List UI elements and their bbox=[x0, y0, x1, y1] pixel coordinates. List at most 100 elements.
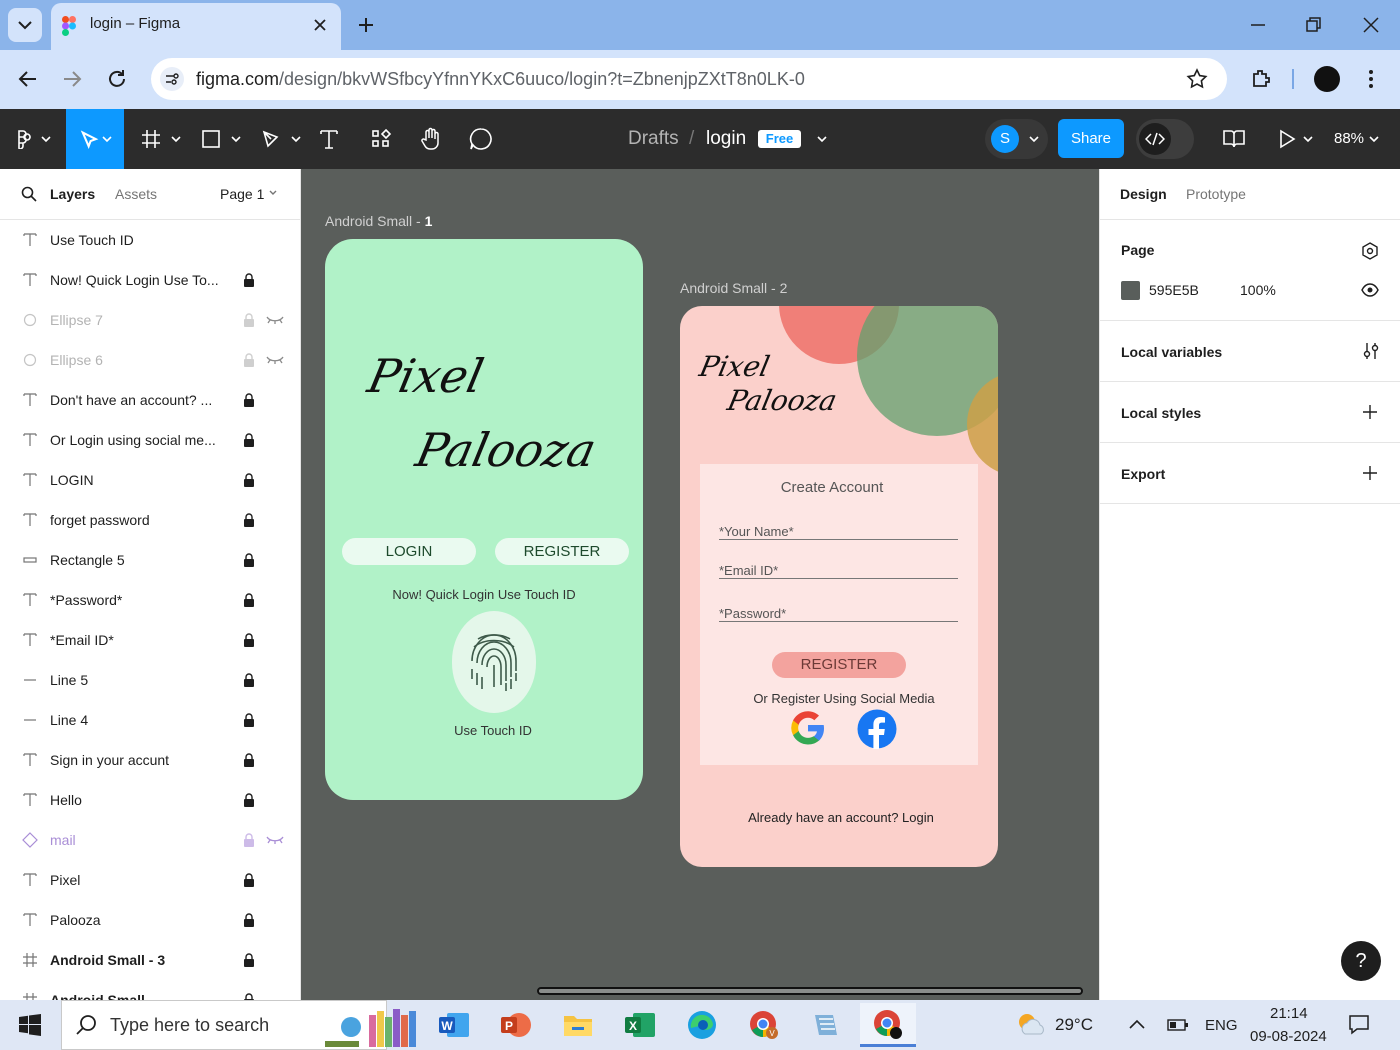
layer-row[interactable]: Rectangle 5 bbox=[0, 540, 300, 580]
tray-chevron-up-icon[interactable] bbox=[1128, 1017, 1146, 1031]
tab-prototype[interactable]: Prototype bbox=[1186, 186, 1246, 202]
tab-layers[interactable]: Layers bbox=[50, 186, 95, 202]
design-canvas[interactable]: Android Small - 1 Pixel Palooza LOGIN RE… bbox=[301, 169, 1099, 1000]
layer-row[interactable]: Hello bbox=[0, 780, 300, 820]
powerpoint-app-icon[interactable]: P bbox=[488, 1003, 544, 1047]
layer-row[interactable]: forget password bbox=[0, 500, 300, 540]
minimize-icon[interactable] bbox=[1248, 15, 1268, 35]
zoom-level[interactable]: 88% bbox=[1334, 130, 1364, 147]
edge-browser-icon[interactable] bbox=[674, 1003, 730, 1047]
lock-icon[interactable] bbox=[243, 313, 255, 327]
frame1-register-button[interactable]: REGISTER bbox=[495, 538, 629, 565]
tab-assets[interactable]: Assets bbox=[115, 186, 157, 202]
clock-time[interactable]: 21:14 bbox=[1270, 1005, 1308, 1022]
layer-row[interactable]: Line 5 bbox=[0, 660, 300, 700]
lock-icon[interactable] bbox=[243, 553, 255, 567]
lock-icon[interactable] bbox=[243, 873, 255, 887]
chrome-active-icon[interactable] bbox=[860, 1003, 916, 1047]
resources-tool-button[interactable] bbox=[366, 109, 396, 169]
chrome-profile-v-icon[interactable]: V bbox=[736, 1003, 792, 1047]
lock-icon[interactable] bbox=[243, 953, 255, 967]
extensions-icon[interactable] bbox=[1250, 67, 1272, 89]
layer-row[interactable]: mail bbox=[0, 820, 300, 860]
windows-start-icon[interactable] bbox=[19, 1014, 41, 1036]
google-icon[interactable] bbox=[789, 709, 827, 747]
pen-tool-button[interactable] bbox=[258, 109, 304, 169]
page-settings-icon[interactable] bbox=[1361, 242, 1379, 260]
zoom-chevron-icon[interactable] bbox=[1368, 134, 1380, 144]
hidden-eye-icon[interactable] bbox=[265, 314, 285, 326]
frame-android-small-1[interactable]: Pixel Palooza LOGIN REGISTER Now! Quick … bbox=[325, 239, 643, 800]
profile-avatar[interactable] bbox=[1314, 66, 1340, 92]
library-book-icon[interactable] bbox=[1222, 128, 1246, 150]
layer-row[interactable]: Don't have an account? ... bbox=[0, 380, 300, 420]
layer-row[interactable]: Android Small bbox=[0, 980, 300, 1000]
hand-tool-button[interactable] bbox=[416, 109, 446, 169]
close-tab-icon[interactable] bbox=[312, 17, 328, 33]
layer-row[interactable]: Ellipse 6 bbox=[0, 340, 300, 380]
variables-adjust-icon[interactable] bbox=[1362, 342, 1380, 360]
word-app-icon[interactable]: W bbox=[426, 1003, 482, 1047]
site-info-icon[interactable] bbox=[160, 67, 184, 91]
frame2-label[interactable]: Android Small - 2 bbox=[680, 280, 787, 296]
text-tool-button[interactable] bbox=[314, 109, 344, 169]
your-name-field[interactable]: *Your Name* bbox=[719, 524, 958, 540]
lock-icon[interactable] bbox=[243, 633, 255, 647]
frame-android-small-2[interactable]: Pixel Palooza Create Account *Your Name*… bbox=[680, 306, 998, 867]
file-name[interactable]: login bbox=[706, 128, 746, 150]
hidden-eye-icon[interactable] bbox=[265, 834, 285, 846]
bookmark-star-icon[interactable] bbox=[1186, 68, 1208, 90]
avatar-chevron-icon[interactable] bbox=[1028, 134, 1040, 144]
layer-row[interactable]: Now! Quick Login Use To... bbox=[0, 260, 300, 300]
layer-row[interactable]: LOGIN bbox=[0, 460, 300, 500]
file-explorer-icon[interactable] bbox=[550, 1003, 606, 1047]
already-have-account-link[interactable]: Already have an account? Login bbox=[680, 810, 998, 825]
email-field[interactable]: *Email ID* bbox=[719, 563, 958, 579]
shape-tool-button[interactable] bbox=[198, 109, 244, 169]
lock-icon[interactable] bbox=[243, 673, 255, 687]
horizontal-scrollbar[interactable] bbox=[537, 987, 1083, 995]
local-styles-section[interactable]: Local styles bbox=[1100, 382, 1400, 443]
lock-icon[interactable] bbox=[243, 353, 255, 367]
notepad-app-icon[interactable] bbox=[798, 1003, 854, 1047]
dev-mode-toggle[interactable] bbox=[1136, 119, 1194, 159]
present-play-icon[interactable] bbox=[1278, 128, 1318, 150]
share-button[interactable]: Share bbox=[1058, 119, 1124, 158]
frame1-login-button[interactable]: LOGIN bbox=[342, 538, 476, 565]
page-opacity[interactable]: 100% bbox=[1240, 282, 1276, 298]
close-window-icon[interactable] bbox=[1361, 15, 1381, 35]
add-export-plus-icon[interactable] bbox=[1363, 466, 1377, 480]
layer-row[interactable]: Pixel bbox=[0, 860, 300, 900]
main-menu-button[interactable] bbox=[10, 109, 58, 169]
layer-row[interactable]: Ellipse 7 bbox=[0, 300, 300, 340]
page-selector[interactable]: Page 1 bbox=[220, 186, 264, 202]
frame-tool-button[interactable] bbox=[138, 109, 184, 169]
lock-icon[interactable] bbox=[243, 393, 255, 407]
weather-temperature[interactable]: 29°C bbox=[1055, 1015, 1093, 1035]
page-chevron-icon[interactable] bbox=[268, 189, 278, 197]
notification-center-icon[interactable] bbox=[1348, 1013, 1370, 1035]
lock-icon[interactable] bbox=[243, 273, 255, 287]
back-icon[interactable] bbox=[17, 68, 39, 90]
breadcrumb-drafts[interactable]: Drafts bbox=[628, 128, 679, 150]
url-text[interactable]: figma.com/design/bkvWSfbcyYfnnYKxC6uuco/… bbox=[196, 69, 805, 90]
layer-row[interactable]: Sign in your accunt bbox=[0, 740, 300, 780]
layer-row[interactable]: Or Login using social me... bbox=[0, 420, 300, 460]
layer-row[interactable]: *Email ID* bbox=[0, 620, 300, 660]
lock-icon[interactable] bbox=[243, 993, 255, 1000]
fingerprint-icon[interactable] bbox=[452, 611, 536, 713]
lock-icon[interactable] bbox=[243, 433, 255, 447]
lock-icon[interactable] bbox=[243, 593, 255, 607]
layer-row[interactable]: Line 4 bbox=[0, 700, 300, 740]
frame2-register-button[interactable]: REGISTER bbox=[772, 652, 906, 678]
lock-icon[interactable] bbox=[243, 833, 255, 847]
tab-design[interactable]: Design bbox=[1120, 186, 1167, 202]
reload-icon[interactable] bbox=[106, 68, 128, 90]
forward-icon[interactable] bbox=[61, 68, 83, 90]
facebook-icon[interactable] bbox=[857, 709, 897, 749]
lock-icon[interactable] bbox=[243, 753, 255, 767]
excel-app-icon[interactable]: X bbox=[612, 1003, 668, 1047]
layer-row[interactable]: *Password* bbox=[0, 580, 300, 620]
tab-search-button[interactable] bbox=[8, 8, 42, 42]
layer-row[interactable]: Android Small - 3 bbox=[0, 940, 300, 980]
